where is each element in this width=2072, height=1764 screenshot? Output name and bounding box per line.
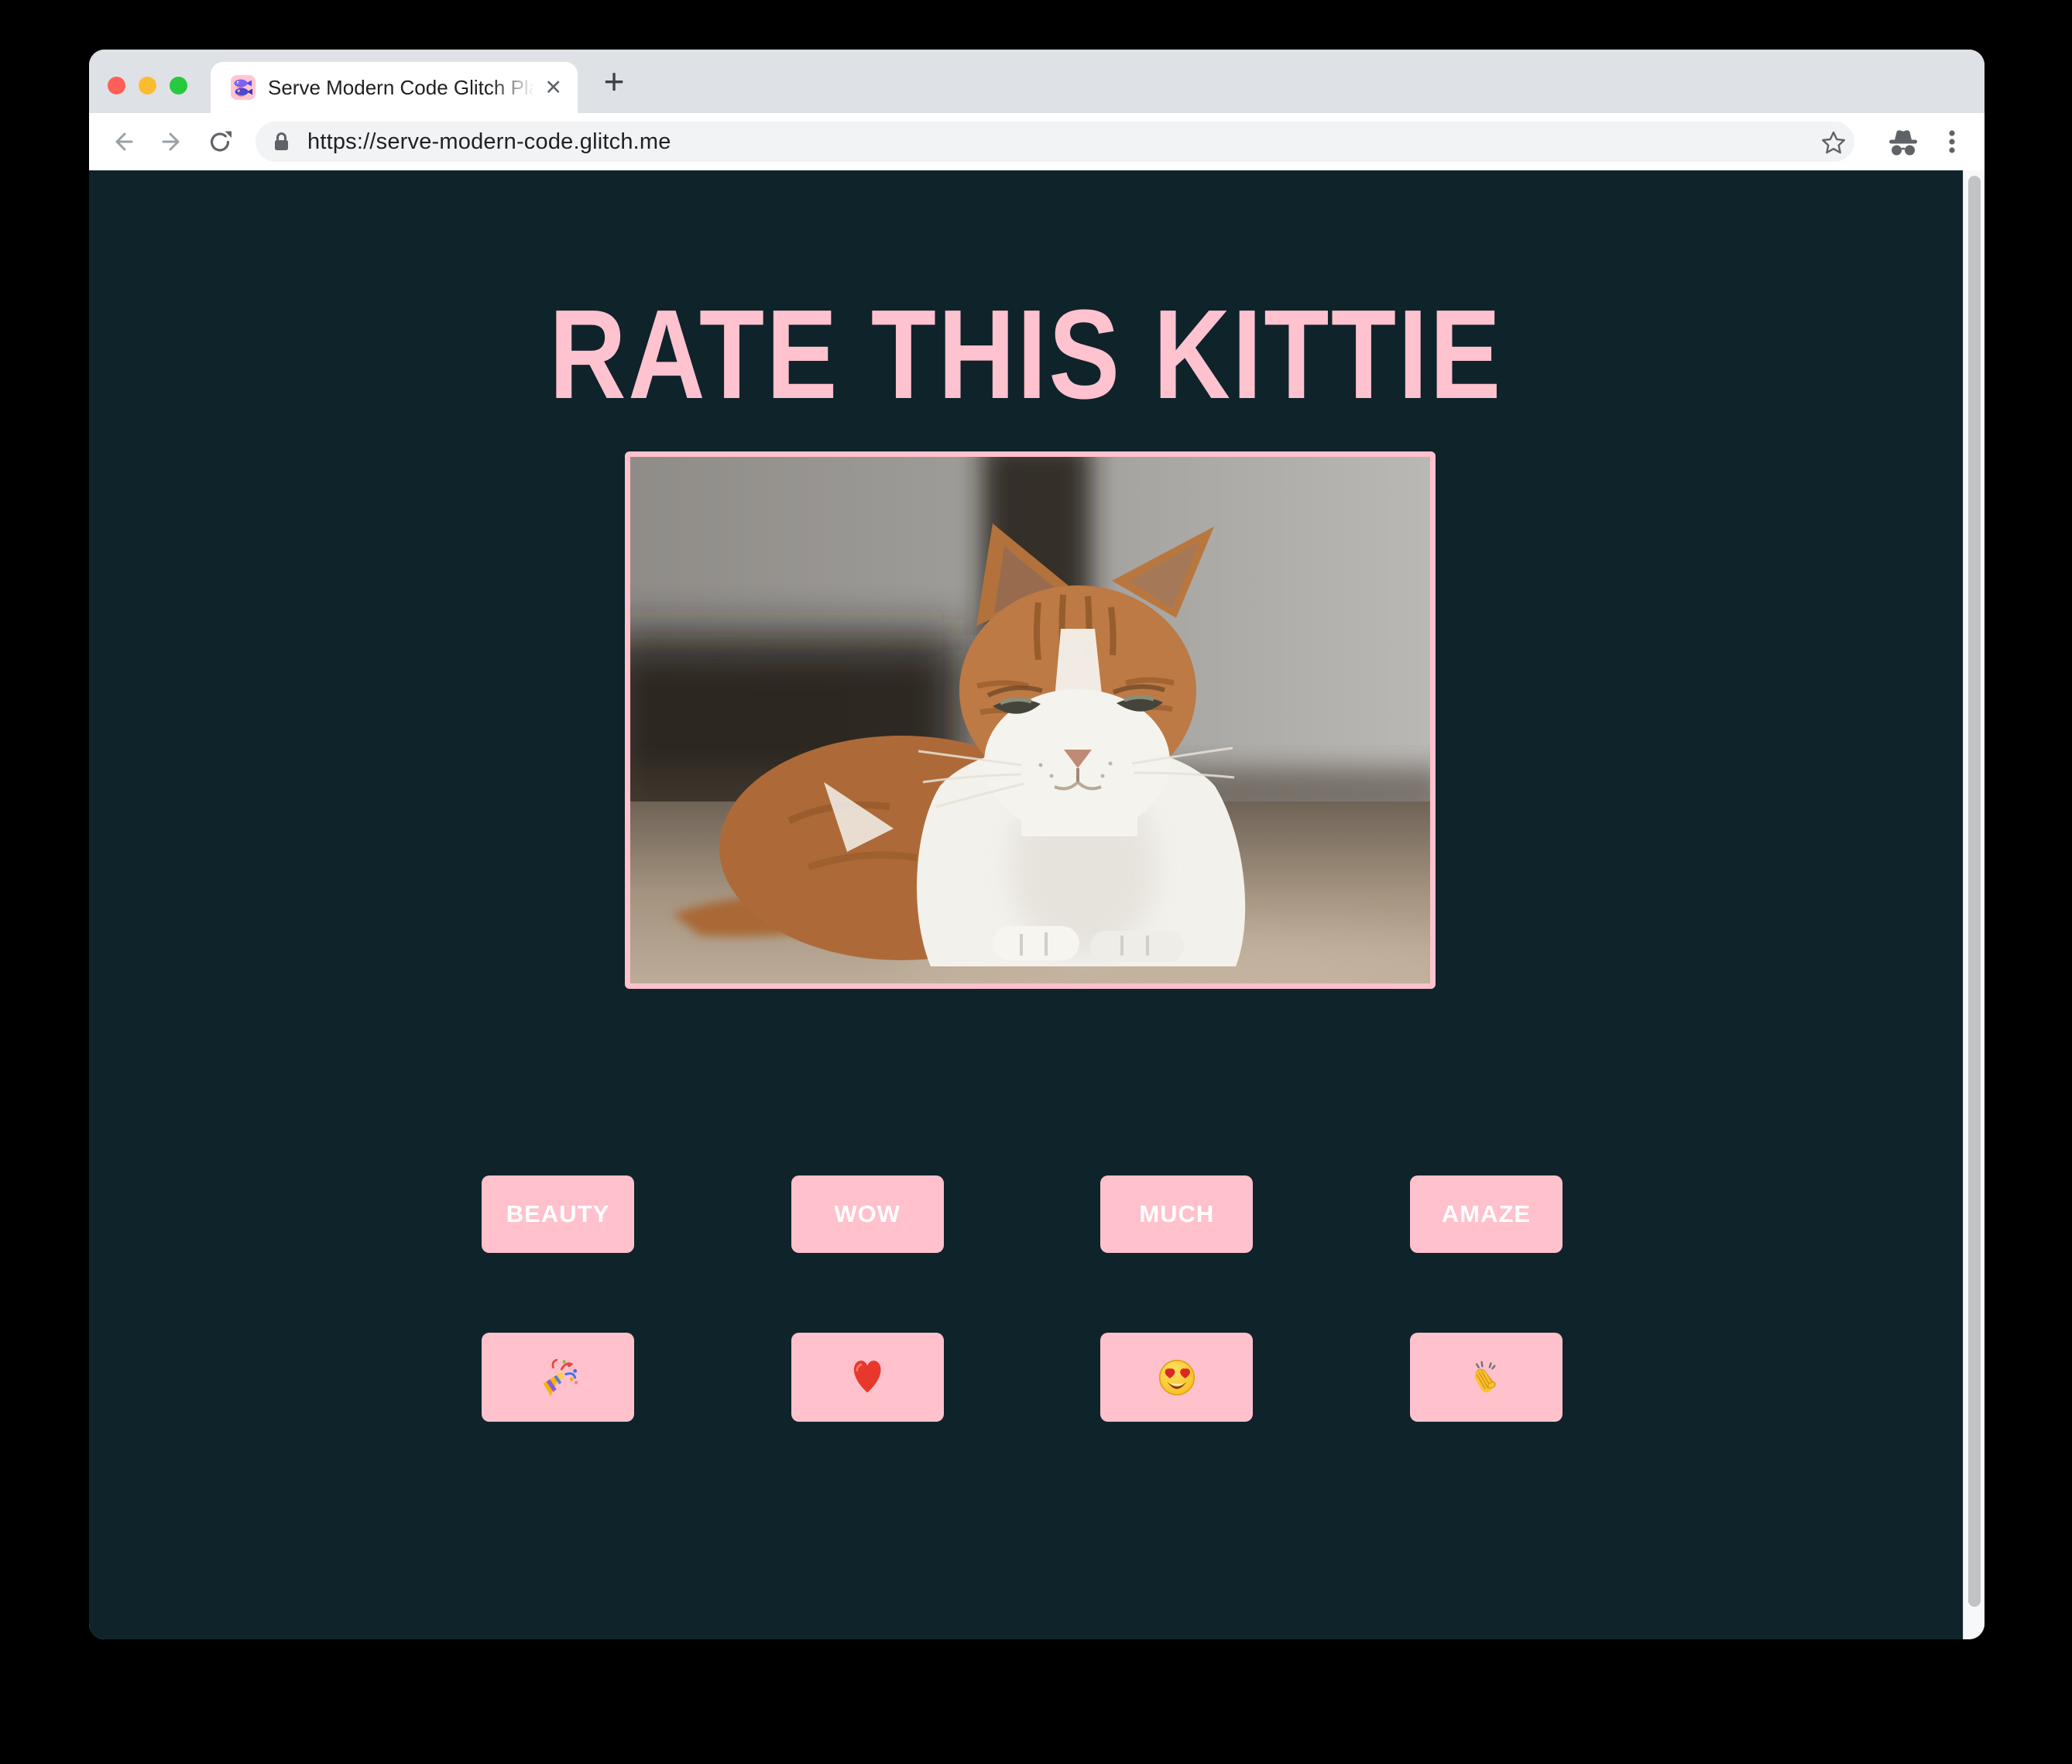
incognito-indicator	[1882, 120, 1925, 163]
scrollbar[interactable]	[1963, 170, 1985, 1639]
close-window-button[interactable]	[108, 77, 125, 94]
heart-eyes-button[interactable]	[1100, 1333, 1254, 1422]
browser-menu-button[interactable]	[1930, 120, 1974, 163]
rating-buttons-row: BEAUTY WOW MUCH AMAZE	[482, 1175, 1563, 1253]
amaze-button[interactable]: AMAZE	[1409, 1175, 1563, 1253]
back-button[interactable]	[101, 120, 144, 163]
window-controls	[108, 77, 187, 94]
forward-arrow-icon	[162, 132, 180, 151]
reload-button[interactable]	[198, 120, 242, 163]
new-tab-button[interactable]: +	[592, 60, 636, 103]
cat-photo	[625, 451, 1436, 989]
bookmark-star-button[interactable]	[1819, 128, 1848, 157]
party-popper-button[interactable]	[482, 1333, 634, 1422]
emoji-buttons-row	[482, 1333, 1563, 1422]
cat-photo-illustration	[630, 457, 1430, 983]
incognito-icon	[1889, 130, 1917, 156]
tab-bar: Serve Modern Code Glitch Play ✕ +	[89, 50, 1985, 113]
browser-tab[interactable]: Serve Modern Code Glitch Play ✕	[211, 62, 578, 113]
reload-icon	[210, 131, 232, 152]
scrollbar-thumb[interactable]	[1968, 176, 1981, 1607]
three-dot-menu-icon	[1949, 130, 1955, 153]
close-tab-button[interactable]: ✕	[544, 77, 562, 98]
browser-window: Serve Modern Code Glitch Play ✕ + https:…	[89, 50, 1985, 1639]
red-heart-button[interactable]	[791, 1333, 944, 1422]
url-bar[interactable]: https://serve-modern-code.glitch.me	[256, 122, 1854, 162]
desktop-background: Serve Modern Code Glitch Play ✕ + https:…	[0, 0, 2072, 1764]
minimize-window-button[interactable]	[139, 77, 156, 94]
beauty-button[interactable]: BEAUTY	[482, 1175, 634, 1253]
party-popper-emoji-icon	[543, 1358, 578, 1396]
tab-title: Serve Modern Code Glitch Play	[268, 75, 540, 99]
clapping-hands-emoji-icon	[1475, 1361, 1497, 1392]
page-title: RATE THIS KITTIE	[549, 283, 1503, 425]
browser-toolbar: https://serve-modern-code.glitch.me	[89, 113, 1985, 170]
page-body: RATE THIS KITTIE BEAUTY WOW MUCH AMAZE	[89, 170, 1963, 1639]
forward-button[interactable]	[151, 120, 194, 163]
back-arrow-icon	[115, 132, 133, 151]
wow-button[interactable]: WOW	[791, 1175, 944, 1253]
much-button[interactable]: MUCH	[1100, 1175, 1254, 1253]
star-icon	[1822, 131, 1845, 154]
red-heart-emoji-icon	[854, 1360, 881, 1392]
zoom-window-button[interactable]	[170, 77, 187, 94]
clapping-hands-button[interactable]	[1409, 1333, 1563, 1422]
lock-icon[interactable]	[271, 130, 292, 153]
page-content: RATE THIS KITTIE BEAUTY WOW MUCH AMAZE	[89, 170, 1985, 1639]
url-text: https://serve-modern-code.glitch.me	[307, 129, 671, 154]
glitch-fish-icon	[231, 75, 256, 100]
heart-eyes-emoji-icon	[1158, 1359, 1195, 1395]
